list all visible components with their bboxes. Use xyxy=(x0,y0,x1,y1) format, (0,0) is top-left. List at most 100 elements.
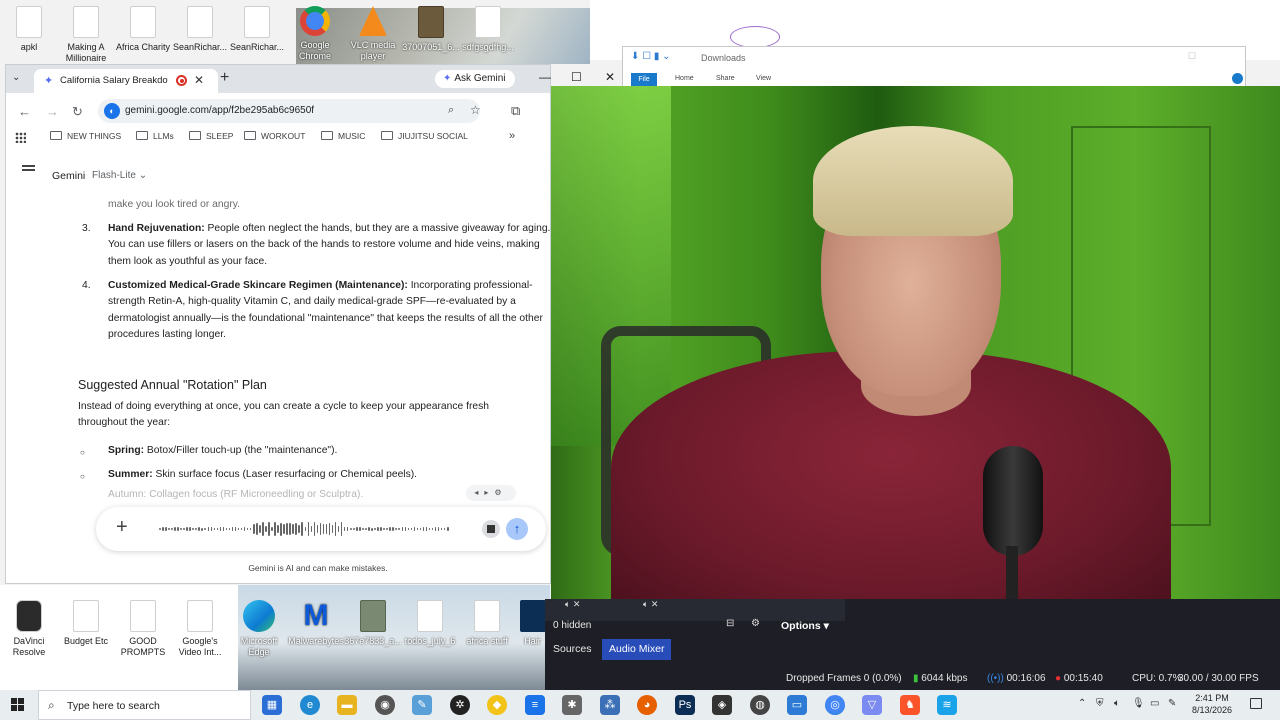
stop-recording-icon[interactable] xyxy=(482,520,500,538)
chat-response: make you look tired or angry. 3. Hand Re… xyxy=(6,197,550,503)
layout-icon[interactable]: ⊟ xyxy=(726,618,734,629)
explorer-view-tab[interactable]: View xyxy=(756,75,771,82)
tab-california-salary[interactable]: ✦ California Salary Breakdown ✕ xyxy=(34,69,218,93)
bookmark-star-icon[interactable]: ☆ xyxy=(470,103,481,117)
shield-icon[interactable]: ⛨ xyxy=(1096,698,1104,709)
bookmark-folder-sleep[interactable]: SLEEP xyxy=(189,131,233,141)
folder-icon xyxy=(189,131,201,140)
bookmarks-overflow-button[interactable]: » xyxy=(509,130,515,142)
waveform-bar xyxy=(310,526,313,532)
firefox-icon[interactable]: ◕ xyxy=(637,695,657,715)
new-tab-icon[interactable]: + xyxy=(220,69,229,87)
notepad-icon[interactable]: ✎ xyxy=(412,695,432,715)
desktop-icon-file[interactable]: SeanRichar... xyxy=(171,6,229,53)
desktop-icon-file[interactable]: apkl xyxy=(0,6,58,53)
desktop-icon-image[interactable]: 37007051_6... xyxy=(402,6,460,53)
bookmark-folder-music[interactable]: MUSIC xyxy=(321,131,365,141)
desktop-icon-file[interactable]: GOOD PROMPTS xyxy=(114,600,172,658)
explorer-maximize-icon[interactable]: ☐ xyxy=(1188,51,1196,62)
docs-icon[interactable]: ≡ xyxy=(525,695,545,715)
davinci-resolve-icon xyxy=(16,600,42,632)
bookmark-folder-llms[interactable]: LLMs xyxy=(136,131,174,141)
desktop-icon-davinci[interactable]: DaVinci Resolve xyxy=(0,600,58,658)
explorer-quick-access-icon[interactable]: ⬇ ☐ ▮ ⌄ xyxy=(631,51,671,62)
desktop-icon-image[interactable]: 367e7833_a... xyxy=(344,600,402,647)
notification-icon[interactable] xyxy=(1250,698,1262,709)
tab-close-icon[interactable]: ✕ xyxy=(194,73,204,87)
back-icon[interactable]: ← xyxy=(18,104,31,119)
chatgpt-icon[interactable]: ✲ xyxy=(450,695,470,715)
desktop-icon-file[interactable]: todos_july_6 xyxy=(401,600,459,647)
forward-icon[interactable]: → xyxy=(46,104,59,119)
file-explorer-window[interactable]: ⬇ ☐ ▮ ⌄ Downloads ☐ File Home Share View xyxy=(622,46,1246,87)
close-window-icon[interactable]: ✕ xyxy=(605,70,615,84)
davinci-resolve-icon[interactable]: ◈ xyxy=(712,695,732,715)
maximize-icon[interactable]: ☐ xyxy=(571,70,582,84)
model-selector[interactable]: Flash-Lite ⌄ xyxy=(92,170,147,181)
speaker-icon[interactable]: 🔈︎ ✕ xyxy=(643,599,658,610)
speaker-icon[interactable]: 🔈︎ ✕ xyxy=(565,599,580,610)
bulb-icon[interactable]: ◆ xyxy=(487,695,507,715)
apps-grid-icon[interactable] xyxy=(15,132,26,143)
photoshop-icon[interactable]: Ps xyxy=(675,695,695,715)
extensions-icon[interactable]: ⧉ xyxy=(511,103,520,119)
reload-icon[interactable]: ↻ xyxy=(72,104,83,120)
options-button[interactable]: Options ▾ xyxy=(781,620,829,632)
chrome-icon[interactable]: ◎ xyxy=(825,695,845,715)
window-app-icon[interactable]: ▭ xyxy=(787,695,807,715)
zoom-icon[interactable]: ⌕ xyxy=(448,104,454,117)
windows-start-icon[interactable] xyxy=(11,698,24,711)
obs-studio-icon[interactable]: ◍ xyxy=(750,695,770,715)
explorer-home-tab[interactable]: Home xyxy=(675,75,694,82)
file-explorer-icon[interactable]: ▬ xyxy=(337,695,357,715)
task-view-icon[interactable]: ▦ xyxy=(262,695,282,715)
volume-icon[interactable]: 🔈︎ xyxy=(1114,698,1120,709)
desktop-icon-file[interactable]: Africa Charity xyxy=(114,6,172,53)
taskbar-search[interactable]: ⌕ Type here to search xyxy=(38,690,251,720)
explorer-file-tab[interactable]: File xyxy=(631,73,657,87)
brave-icon[interactable]: ♞ xyxy=(900,695,920,715)
menu-icon[interactable] xyxy=(22,169,35,171)
tab-sources[interactable]: Sources xyxy=(546,639,599,660)
network-app-icon[interactable]: ⁂ xyxy=(600,695,620,715)
desktop-icon-edge[interactable]: Microsoft Edge xyxy=(230,600,288,658)
bookmark-folder-jiujitsu-social[interactable]: JIUJITSU SOCIAL xyxy=(381,131,468,141)
desktop-icon-file[interactable]: sdfgsgdfhg... xyxy=(459,6,517,53)
vpn-icon[interactable]: ▽ xyxy=(862,695,882,715)
settings-icon[interactable]: ⚙ xyxy=(751,618,760,629)
desktop-icon-malwarebytes[interactable]: M Malwarebytes xyxy=(287,600,345,647)
tab-audio-mixer[interactable]: Audio Mixer xyxy=(602,639,672,660)
desktop-icon-file[interactable]: SeanRichar... xyxy=(228,6,286,53)
system-clock[interactable]: 2:41 PM 8/13/2026 xyxy=(1183,692,1241,716)
desktop-icon-file[interactable]: Making A Millionaire xyxy=(57,6,115,64)
send-icon[interactable]: ↑ xyxy=(506,518,528,540)
microphone-icon[interactable]: 🎙︎ xyxy=(1132,698,1145,709)
help-icon[interactable] xyxy=(1232,73,1243,84)
bookmark-folder-new-things[interactable]: NEW THINGS xyxy=(50,131,121,141)
waveform-bar xyxy=(313,522,316,536)
chrome-window[interactable]: ⌄ ✦ California Salary Breakdown ✕ + ✦ Ask… xyxy=(5,64,582,584)
desktop-icon-file[interactable]: Google's Video Int... xyxy=(171,600,229,658)
tray-overflow-icon[interactable]: ⌃ xyxy=(1078,698,1086,709)
windsurf-icon[interactable]: ≋ xyxy=(937,695,957,715)
tab-search-icon[interactable]: ⌄ xyxy=(12,72,20,83)
add-attachment-icon[interactable]: + xyxy=(116,516,128,539)
audio-mini-controls[interactable]: ◂▸⚙ xyxy=(466,485,516,501)
minimize-icon[interactable]: — xyxy=(539,70,551,84)
bookmark-folder-workout[interactable]: WORKOUT xyxy=(244,131,305,141)
obs-icon[interactable]: ◉ xyxy=(375,695,395,715)
url-text[interactable]: gemini.google.com/app/f2be295ab6c9650f xyxy=(125,105,314,116)
desktop-icon-vlc[interactable]: VLC media player xyxy=(344,6,402,62)
site-info-icon[interactable]: ◐ xyxy=(104,103,120,119)
address-bar[interactable]: ◐ gemini.google.com/app/f2be295ab6c9650f… xyxy=(98,99,481,123)
prompt-input-bar[interactable]: + ↑ xyxy=(96,507,546,551)
puzzle-game-icon[interactable]: ✱ xyxy=(562,695,582,715)
desktop-icon-chrome[interactable]: Google Chrome xyxy=(286,6,344,62)
ask-gemini-button[interactable]: ✦ Ask Gemini xyxy=(435,70,515,88)
pen-icon[interactable]: ✎ xyxy=(1168,698,1176,709)
network-icon[interactable]: ▭ xyxy=(1150,698,1159,709)
edge-icon[interactable]: e xyxy=(300,695,320,715)
explorer-share-tab[interactable]: Share xyxy=(716,75,735,82)
desktop-icon-file[interactable]: Budget Etc xyxy=(57,600,115,647)
desktop-icon-file[interactable]: africa stuff xyxy=(458,600,516,647)
